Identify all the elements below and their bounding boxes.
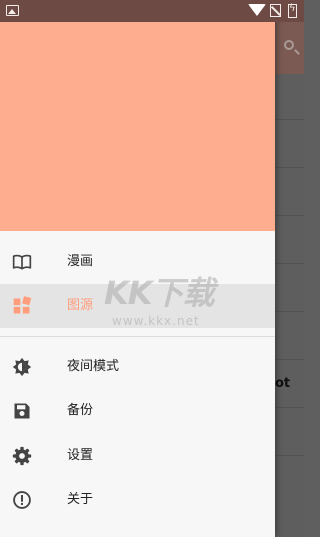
no-sim-icon — [270, 4, 281, 17]
menu-divider — [0, 336, 275, 337]
list-divider — [275, 215, 304, 216]
menu-item-sources[interactable]: 图源 — [0, 284, 275, 328]
background-toolbar — [275, 22, 304, 74]
menu-item-about[interactable]: 关于 — [0, 478, 275, 522]
menu-item-label: 设置 — [67, 448, 94, 463]
image-icon — [6, 5, 19, 16]
menu-item-label: 关于 — [67, 492, 94, 507]
list-divider — [275, 119, 304, 120]
navigation-drawer: 漫画 图源 夜间模式 备份 设置 关于 — [0, 0, 275, 537]
save-icon — [14, 403, 30, 419]
menu-item-label: 图源 — [67, 298, 94, 313]
menu-item-backup[interactable]: 备份 — [0, 389, 275, 433]
battery-charging-icon — [288, 3, 297, 18]
menu-item-settings[interactable]: 设置 — [0, 434, 275, 478]
menu-item-night-mode[interactable]: 夜间模式 — [0, 345, 275, 389]
wifi-icon — [248, 4, 266, 16]
background-list-text: ot — [275, 376, 291, 391]
grid-source-icon — [13, 296, 32, 314]
book-open-icon — [12, 254, 32, 270]
list-divider — [275, 263, 304, 264]
list-divider — [275, 359, 304, 360]
list-divider — [275, 407, 304, 408]
search-icon — [284, 40, 294, 50]
gear-icon — [12, 446, 32, 466]
menu-item-label: 备份 — [67, 403, 94, 418]
info-icon — [13, 491, 31, 509]
list-divider — [275, 167, 304, 168]
menu-item-label: 漫画 — [67, 254, 94, 269]
menu-item-label: 夜间模式 — [67, 359, 120, 374]
menu-item-comics[interactable]: 漫画 — [0, 240, 275, 284]
list-divider — [275, 311, 304, 312]
brightness-icon — [12, 357, 32, 377]
list-divider — [275, 455, 304, 456]
status-bar — [0, 0, 304, 22]
background-app-scrim[interactable]: ot — [275, 22, 304, 537]
drawer-header — [0, 22, 275, 231]
